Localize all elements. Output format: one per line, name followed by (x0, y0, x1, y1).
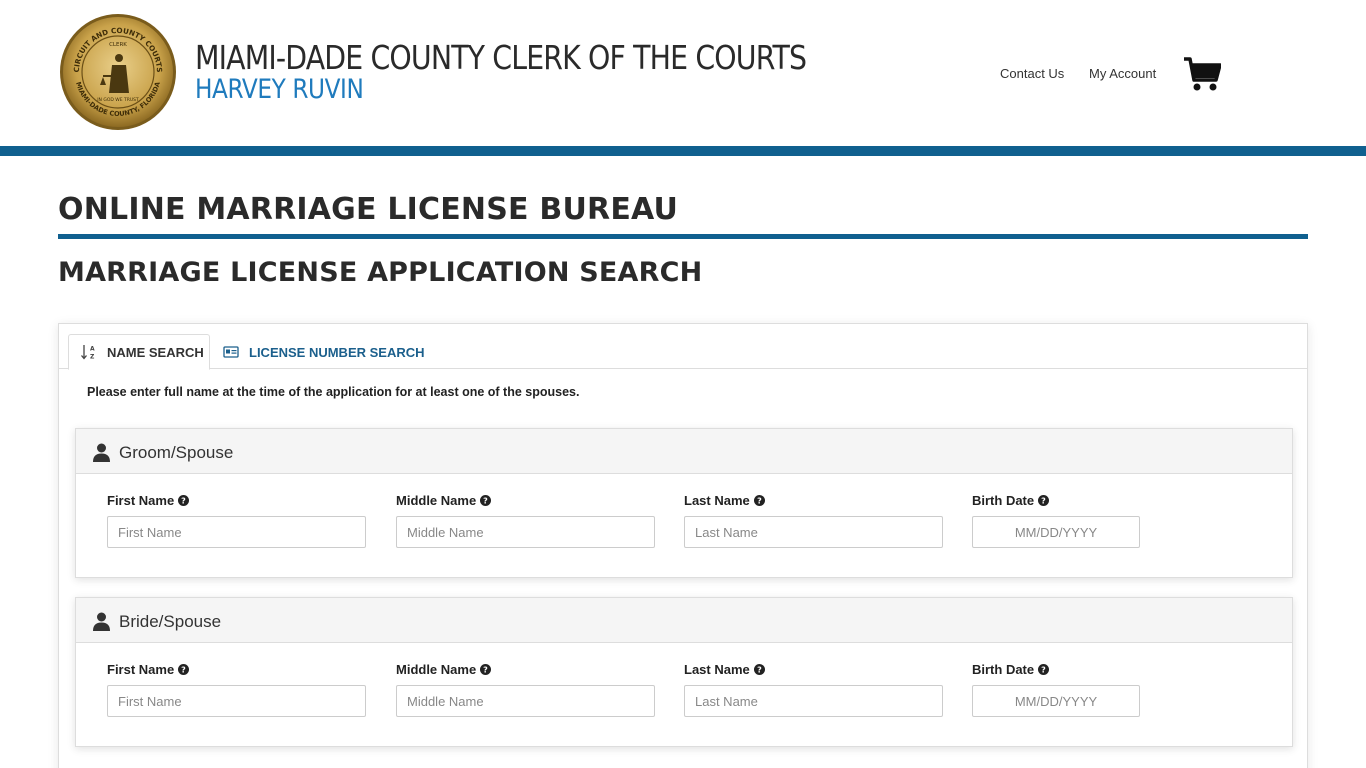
last-name-label: Last Name ? (684, 662, 765, 677)
tab-license-number-search-label: LICENSE NUMBER SEARCH (249, 344, 425, 360)
title-divider (58, 234, 1308, 239)
id-card-icon (223, 346, 239, 358)
help-icon[interactable]: ? (480, 664, 492, 675)
tab-name-search[interactable]: A Z NAME SEARCH (68, 334, 210, 370)
user-icon (93, 443, 110, 462)
help-icon[interactable]: ? (1038, 664, 1050, 675)
help-icon[interactable]: ? (480, 495, 492, 506)
contact-us-link[interactable]: Contact Us (1000, 66, 1064, 81)
section-title: Bride/Spouse (119, 612, 222, 631)
site-title[interactable]: MIAMI-DADE COUNTY CLERK OF THE COURTS (195, 38, 807, 77)
svg-text:?: ? (1041, 666, 1046, 675)
help-icon[interactable]: ? (753, 495, 765, 506)
birth-date-label: Birth Date ? (972, 662, 1050, 677)
help-icon[interactable]: ? (753, 664, 765, 675)
site-header: CIRCUIT AND COUNTY COURTS MIAMI-DADE COU… (0, 0, 1366, 146)
card-header: Groom/Spouse (76, 429, 1292, 474)
svg-text:?: ? (181, 666, 186, 675)
shopping-cart-icon[interactable] (1183, 56, 1221, 92)
help-icon[interactable]: ? (178, 664, 190, 675)
card-header: Bride/Spouse (76, 598, 1292, 643)
sort-alpha-icon: A Z (81, 345, 95, 361)
groom-spouse-card: Groom/Spouse First Name ? Middle Name ? … (75, 428, 1293, 578)
svg-text:Z: Z (90, 354, 95, 361)
svg-text:?: ? (483, 666, 488, 675)
birth-date-label: Birth Date ? (972, 493, 1050, 508)
page-title: ONLINE MARRIAGE LICENSE BUREAU (58, 192, 679, 227)
groom-middle-name-input[interactable] (396, 516, 655, 548)
tab-license-number-search[interactable]: LICENSE NUMBER SEARCH (223, 334, 425, 370)
groom-first-name-input[interactable] (107, 516, 366, 548)
page-subtitle: MARRIAGE LICENSE APPLICATION SEARCH (58, 257, 703, 288)
first-name-label: First Name ? (107, 662, 190, 677)
bride-birth-date-input[interactable] (972, 685, 1140, 717)
section-title: Groom/Spouse (119, 443, 234, 462)
bride-first-name-input[interactable] (107, 685, 366, 717)
site-subtitle[interactable]: HARVEY RUVIN (195, 74, 364, 105)
my-account-link[interactable]: My Account (1089, 66, 1156, 81)
bride-spouse-card: Bride/Spouse First Name ? Middle Name ? … (75, 597, 1293, 747)
svg-text:?: ? (181, 497, 186, 506)
header-divider (0, 146, 1366, 156)
help-icon[interactable]: ? (1038, 495, 1050, 506)
svg-text:IN GOD WE TRUST: IN GOD WE TRUST (97, 97, 139, 103)
svg-text:?: ? (757, 666, 762, 675)
svg-text:?: ? (1041, 497, 1046, 506)
search-instructions: Please enter full name at the time of th… (87, 385, 580, 399)
search-tabs: A Z NAME SEARCH LICENSE NUMBER SEARCH (59, 324, 1307, 370)
tab-name-search-label: NAME SEARCH (107, 344, 204, 360)
svg-text:CLERK: CLERK (109, 42, 127, 48)
search-panel: A Z NAME SEARCH LICENSE NUMBER SEARCH Pl… (58, 323, 1308, 768)
groom-last-name-input[interactable] (684, 516, 943, 548)
svg-text:A: A (90, 346, 95, 353)
user-icon (93, 612, 110, 631)
middle-name-label: Middle Name ? (396, 662, 492, 677)
first-name-label: First Name ? (107, 493, 190, 508)
county-seal-logo[interactable]: CIRCUIT AND COUNTY COURTS MIAMI-DADE COU… (59, 13, 177, 131)
svg-text:?: ? (483, 497, 488, 506)
bride-last-name-input[interactable] (684, 685, 943, 717)
last-name-label: Last Name ? (684, 493, 765, 508)
middle-name-label: Middle Name ? (396, 493, 492, 508)
bride-middle-name-input[interactable] (396, 685, 655, 717)
groom-birth-date-input[interactable] (972, 516, 1140, 548)
help-icon[interactable]: ? (178, 495, 190, 506)
svg-text:?: ? (757, 497, 762, 506)
